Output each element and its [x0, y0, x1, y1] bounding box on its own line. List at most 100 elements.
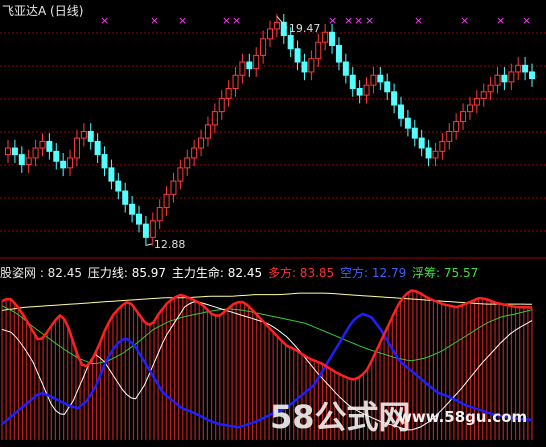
low-pointer	[145, 243, 153, 246]
high-label: 19.47	[289, 22, 321, 35]
candle-body	[335, 44, 342, 63]
candle-body	[225, 87, 232, 99]
watermark-logo: 58公式网	[270, 398, 411, 436]
signal-marker: ×	[178, 14, 187, 27]
candle-body	[308, 58, 315, 73]
candle-body	[529, 71, 535, 80]
signal-marker: ×	[354, 14, 363, 27]
candle-body	[267, 28, 273, 40]
candle-body	[473, 97, 480, 106]
candle-body	[32, 147, 39, 159]
indicator-legend: 股姿网 : 82.45 压力线: 85.97 主力生命: 82.45 多方: 8…	[0, 264, 480, 281]
stock-chart-window: { "header": {"title": "飞亚达A (日线)"}, "pri…	[0, 0, 546, 447]
candle-body	[5, 147, 11, 156]
candle-body	[322, 31, 329, 43]
candle-body	[46, 140, 53, 152]
signal-marker: ×	[222, 14, 231, 27]
candle-body	[508, 71, 515, 83]
candle-body	[501, 74, 508, 83]
candle-body	[494, 74, 501, 86]
candle-body	[142, 223, 149, 238]
candle-body	[260, 38, 267, 56]
candle-body	[191, 147, 198, 159]
signal-marker: ×	[496, 14, 505, 27]
candle-body	[80, 130, 87, 139]
candle-body	[87, 130, 94, 142]
candle-body	[384, 81, 391, 93]
candle-body	[391, 91, 398, 106]
candle-body	[398, 104, 404, 119]
signal-marker: ×	[150, 14, 159, 27]
candle-body	[315, 41, 322, 60]
candle-body	[232, 74, 239, 89]
candle-body	[522, 64, 529, 73]
candle-body	[363, 84, 370, 96]
candle-body	[108, 167, 115, 182]
signal-marker: ×	[522, 14, 531, 27]
candle-body	[204, 124, 211, 139]
candle-body	[287, 35, 294, 50]
signal-marker: ×	[414, 14, 423, 27]
candle-body	[170, 180, 177, 195]
candle-body	[129, 203, 136, 215]
candle-body	[329, 31, 336, 46]
candle-body	[184, 157, 191, 169]
candle-body	[163, 193, 170, 209]
candle-body	[453, 121, 460, 132]
candle-body	[377, 74, 384, 83]
candle-body	[149, 220, 156, 238]
candle-body	[446, 130, 453, 142]
candle-body	[487, 84, 494, 93]
candle-body	[246, 61, 253, 70]
candle-body	[53, 150, 60, 162]
candle-body	[466, 104, 473, 113]
signal-marker: ×	[100, 14, 109, 27]
pressure-line	[1, 292, 532, 311]
candle-body	[39, 140, 46, 149]
watermark-url: www.58gu.com	[398, 408, 528, 426]
float-value: 浮筹: 75.57	[412, 266, 479, 280]
candle-body	[122, 190, 129, 205]
candle-body	[301, 61, 308, 73]
candle-body	[101, 154, 108, 169]
candle-body	[73, 137, 80, 159]
signal-marker: ×	[328, 14, 337, 27]
signal-marker: ×	[232, 14, 241, 27]
candle-body	[156, 207, 163, 222]
candle-body	[356, 87, 363, 96]
low-label: 12.88	[154, 238, 186, 251]
candle-body	[342, 61, 349, 76]
candle-body	[218, 97, 225, 113]
candle-body	[480, 91, 487, 99]
main-life-value: 主力生命: 82.45	[171, 266, 263, 280]
candle-body	[370, 74, 377, 86]
candle-body	[136, 213, 142, 225]
candle-body	[273, 21, 280, 30]
candle-body	[349, 74, 356, 89]
long-value: 多方: 83.85	[267, 266, 335, 280]
signal-marker: ×	[365, 14, 374, 27]
candle-body	[411, 127, 418, 139]
candle-body	[439, 140, 446, 152]
candle-body	[404, 117, 411, 129]
candle-body	[460, 111, 467, 123]
main-life-line	[1, 305, 533, 365]
candle-body	[425, 147, 432, 159]
candle-body	[418, 137, 425, 149]
candle-body	[253, 54, 260, 70]
signal-marker: ×	[344, 14, 353, 27]
candle-body	[294, 48, 301, 63]
candle-body	[18, 154, 25, 166]
candle-body	[115, 180, 122, 192]
candle-body	[67, 157, 74, 169]
chart-canvas: × × × × × × × × × × × × ×19.4712.88	[0, 14, 546, 440]
candle-body	[211, 111, 218, 126]
short-value: 空方: 12.79	[340, 266, 407, 280]
candle-body	[239, 61, 246, 76]
candle-body	[432, 150, 439, 159]
candle-body	[60, 160, 67, 169]
candle-body	[25, 157, 32, 166]
pressure-value: 压力线: 85.97	[87, 266, 167, 280]
candle-body	[515, 64, 522, 73]
candle-body	[94, 140, 101, 156]
